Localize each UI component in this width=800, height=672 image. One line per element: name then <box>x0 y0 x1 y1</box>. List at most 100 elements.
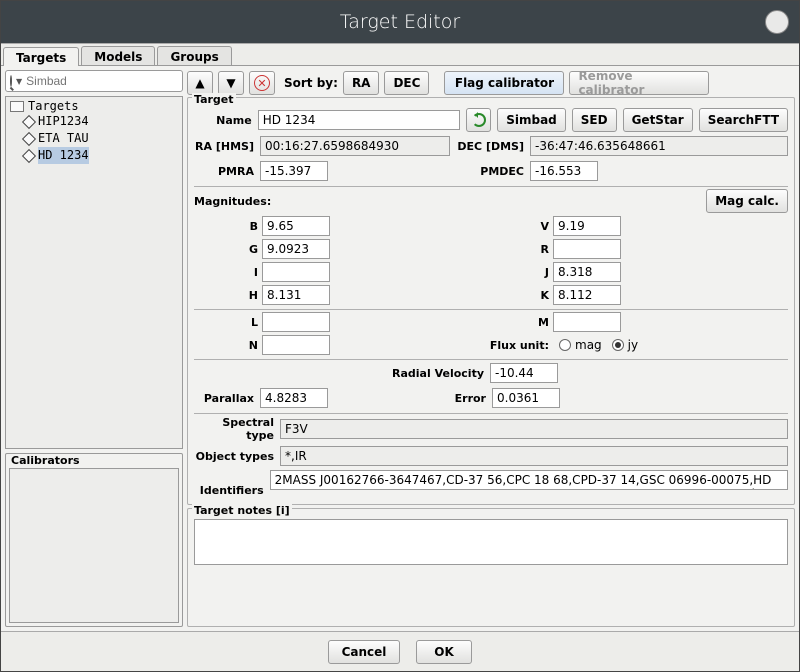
divider <box>194 359 788 360</box>
identifiers-field[interactable]: 2MASS J00162766-3647467,CD-37 56,CPC 18 … <box>270 470 788 490</box>
simbad-button[interactable]: Simbad <box>497 108 566 132</box>
remove-calibrator-button[interactable]: Remove calibrator <box>569 71 709 95</box>
search-input[interactable] <box>26 74 181 88</box>
divider <box>194 413 788 414</box>
mag-l-label: L <box>194 316 262 329</box>
dec-label: DEC [DMS] <box>456 140 524 153</box>
targets-tree[interactable]: Targets HIP1234 ETA TAU HD 1234 <box>5 96 183 449</box>
getstar-button[interactable]: GetStar <box>623 108 693 132</box>
tree-root[interactable]: Targets <box>10 99 178 113</box>
mag-n-label: N <box>194 339 262 352</box>
target-editor-window: Target Editor Targets Models Groups ▼ Ta… <box>0 0 800 672</box>
mag-g-input[interactable] <box>262 239 330 259</box>
tree-item[interactable]: HIP1234 <box>10 113 178 130</box>
mag-i-label: I <box>194 266 262 279</box>
content: Targets Models Groups ▼ Targets <box>1 43 799 671</box>
move-up-button[interactable]: ▲ <box>187 71 213 95</box>
delete-button[interactable]: ✕ <box>249 71 275 95</box>
tree-item-label: HD 1234 <box>38 147 89 164</box>
mag-j-input[interactable] <box>553 262 621 282</box>
diamond-icon <box>22 114 36 128</box>
search-dropdown-icon[interactable]: ▼ <box>16 77 22 86</box>
tree-item[interactable]: ETA TAU <box>10 130 178 147</box>
sort-dec-button[interactable]: DEC <box>384 71 429 95</box>
flux-unit-label: Flux unit: <box>485 339 553 352</box>
mag-m-label: M <box>485 316 553 329</box>
tree-item-label: HIP1234 <box>38 113 89 130</box>
objtypes-field <box>280 446 788 466</box>
move-down-button[interactable]: ▼ <box>218 71 244 95</box>
toolbar: ▲ ▼ ✕ Sort by: RA DEC Flag calibrator Re… <box>187 70 795 96</box>
rv-input[interactable] <box>490 363 558 383</box>
tab-models[interactable]: Models <box>81 46 155 65</box>
cancel-button[interactable]: Cancel <box>328 640 400 664</box>
flux-mag-radio[interactable] <box>559 339 571 351</box>
tree-item[interactable]: HD 1234 <box>10 147 178 164</box>
tab-groups[interactable]: Groups <box>157 46 231 65</box>
right-column: ▲ ▼ ✕ Sort by: RA DEC Flag calibrator Re… <box>187 70 795 627</box>
diamond-icon <box>22 131 36 145</box>
mag-h-input[interactable] <box>262 285 330 305</box>
tab-targets[interactable]: Targets <box>3 47 79 66</box>
avatar[interactable] <box>765 10 789 34</box>
notes-textarea[interactable] <box>194 519 788 565</box>
calibrators-list[interactable] <box>9 468 179 623</box>
tree-item-label: ETA TAU <box>38 130 89 147</box>
ra-label: RA [HMS] <box>194 140 254 153</box>
sptype-label: Spectral type <box>194 416 274 442</box>
flux-jy-radio[interactable] <box>612 339 624 351</box>
dec-field <box>530 136 788 156</box>
rv-label: Radial Velocity <box>194 367 484 380</box>
refresh-icon <box>472 113 486 127</box>
mag-r-label: R <box>485 243 553 256</box>
notes-fieldset: Target notes [i] <box>187 508 795 627</box>
mag-b-label: B <box>194 220 262 233</box>
pmra-input[interactable] <box>260 161 328 181</box>
name-input[interactable] <box>258 110 460 130</box>
sed-button[interactable]: SED <box>572 108 617 132</box>
ok-button[interactable]: OK <box>416 640 472 664</box>
pmdec-label: PMDEC <box>334 165 524 178</box>
sort-by-label: Sort by: <box>284 76 338 90</box>
mag-calc-button[interactable]: Mag calc. <box>706 189 788 213</box>
mag-k-input[interactable] <box>553 285 621 305</box>
divider <box>194 309 788 310</box>
magnitudes-label: Magnitudes: <box>194 195 700 208</box>
window-title: Target Editor <box>340 11 460 33</box>
mag-b-input[interactable] <box>262 216 330 236</box>
parallax-label: Parallax <box>194 392 254 405</box>
mag-k-label: K <box>485 289 553 302</box>
sort-ra-button[interactable]: RA <box>343 71 380 95</box>
target-legend: Target <box>192 93 236 106</box>
mag-h-label: H <box>194 289 262 302</box>
flag-calibrator-button[interactable]: Flag calibrator <box>444 71 564 95</box>
error-input[interactable] <box>492 388 560 408</box>
tree-root-label: Targets <box>28 99 79 113</box>
flux-jy-label: jy <box>628 338 638 352</box>
identifiers-label: Identifiers <box>194 470 264 497</box>
main-area: ▼ Targets HIP1234 ETA TAU <box>1 66 799 631</box>
target-fieldset: Target Name Simbad SED GetStar SearchFTT… <box>187 97 795 505</box>
calibrators-panel: Calibrators <box>5 453 183 627</box>
error-label: Error <box>334 392 486 405</box>
sptype-field <box>280 419 788 439</box>
mag-l-input[interactable] <box>262 312 330 332</box>
mag-i-input[interactable] <box>262 262 330 282</box>
flux-mag-label: mag <box>575 338 602 352</box>
refresh-button[interactable] <box>466 108 491 132</box>
delete-icon: ✕ <box>254 75 270 91</box>
mag-r-input[interactable] <box>553 239 621 259</box>
tabstrip: Targets Models Groups <box>1 44 799 66</box>
pmdec-input[interactable] <box>530 161 598 181</box>
name-label: Name <box>194 114 252 127</box>
mag-n-input[interactable] <box>262 335 330 355</box>
titlebar: Target Editor <box>1 1 799 43</box>
mag-v-input[interactable] <box>553 216 621 236</box>
diamond-icon <box>22 148 36 162</box>
search-icon <box>10 75 12 87</box>
searchftt-button[interactable]: SearchFTT <box>699 108 788 132</box>
parallax-input[interactable] <box>260 388 328 408</box>
search-box[interactable]: ▼ <box>5 70 183 92</box>
mag-m-input[interactable] <box>553 312 621 332</box>
folder-icon <box>10 101 24 112</box>
